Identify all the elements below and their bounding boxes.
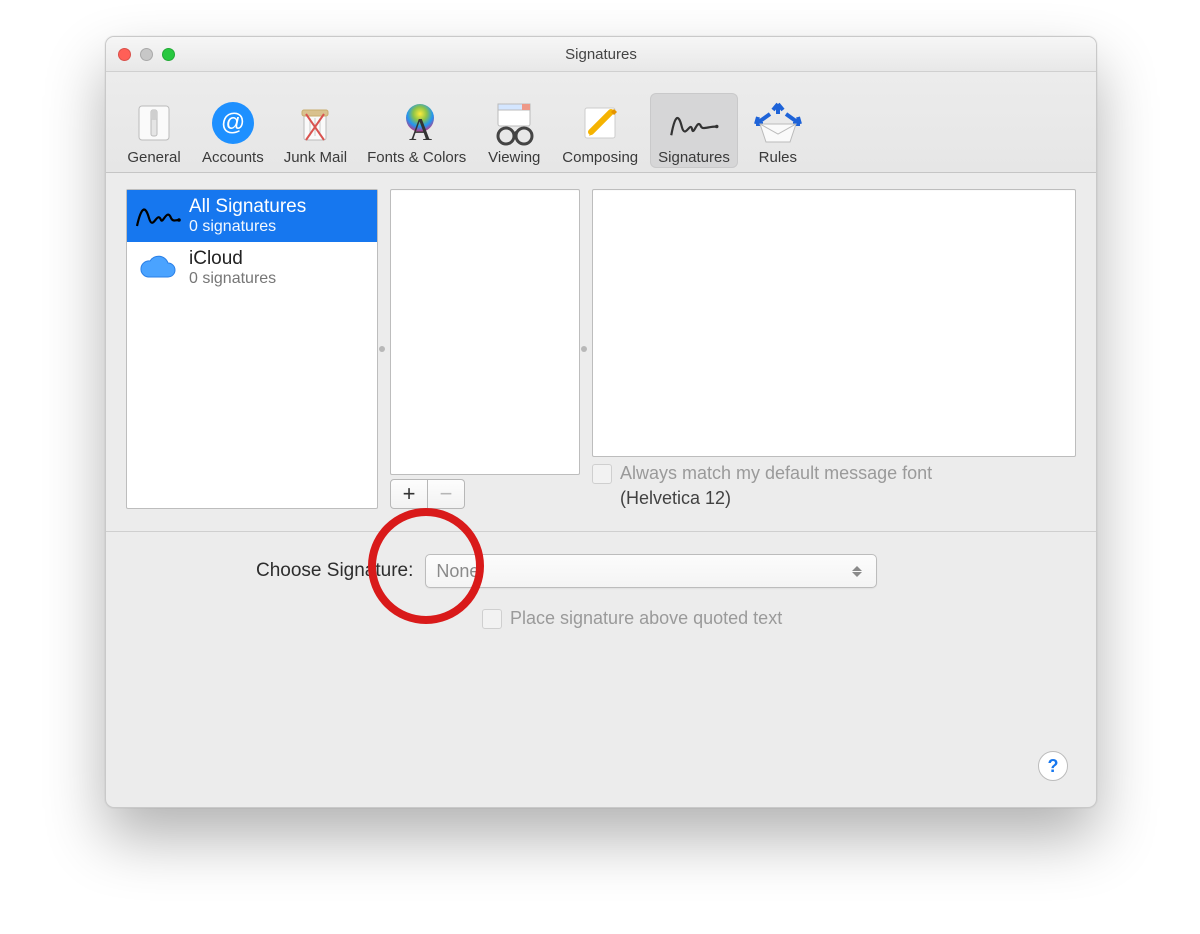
divider <box>106 531 1096 532</box>
window-title: Signatures <box>106 46 1096 63</box>
toolbar-tab-label: General <box>127 149 180 166</box>
toolbar-tab-fonts-colors[interactable]: A Fonts & Colors <box>359 93 474 168</box>
titlebar: Signatures <box>106 37 1096 72</box>
toolbar-tab-label: Fonts & Colors <box>367 149 466 166</box>
account-name: All Signatures <box>189 196 306 218</box>
rules-icon <box>750 97 806 149</box>
toolbar-tab-signatures[interactable]: Signatures <box>650 93 738 168</box>
toolbar-tab-general[interactable]: General <box>118 93 190 168</box>
toolbar-tab-composing[interactable]: Composing <box>554 93 646 168</box>
svg-text:A: A <box>409 111 432 146</box>
match-font-note: (Helvetica 12) <box>592 488 1076 509</box>
viewing-icon <box>486 97 542 149</box>
preferences-window: Signatures General @ Accounts <box>105 36 1097 808</box>
resize-handle[interactable] <box>581 346 587 352</box>
accounts-icon: @ <box>205 97 261 149</box>
accounts-list[interactable]: All Signatures 0 signatures iCloud 0 <box>126 189 378 509</box>
toolbar-tab-junk-mail[interactable]: Junk Mail <box>276 93 355 168</box>
icloud-icon <box>133 246 181 290</box>
account-sub: 0 signatures <box>189 270 276 288</box>
toolbar-tab-viewing[interactable]: Viewing <box>478 93 550 168</box>
choose-signature-value: None <box>436 561 479 582</box>
toolbar-tab-label: Signatures <box>658 149 730 166</box>
match-font-checkbox-row: Always match my default message font <box>592 463 1076 484</box>
signatures-pane: All Signatures 0 signatures iCloud 0 <box>106 173 1096 807</box>
toolbar-tab-label: Composing <box>562 149 638 166</box>
accounts-list-item-icloud[interactable]: iCloud 0 signatures <box>127 242 377 294</box>
toolbar-tab-label: Viewing <box>488 149 540 166</box>
general-icon <box>126 97 182 149</box>
junk-icon <box>287 97 343 149</box>
signature-list[interactable] <box>390 189 580 475</box>
toolbar-tab-label: Junk Mail <box>284 149 347 166</box>
toolbar-tab-accounts[interactable]: @ Accounts <box>194 93 272 168</box>
help-button[interactable]: ? <box>1038 751 1068 781</box>
match-font-checkbox[interactable] <box>592 464 612 484</box>
place-above-label: Place signature above quoted text <box>510 608 782 629</box>
account-sub: 0 signatures <box>189 218 306 236</box>
toolbar-tab-rules[interactable]: Rules <box>742 93 814 168</box>
signature-icon <box>133 194 181 238</box>
stepper-icon <box>852 561 866 581</box>
accounts-list-item-all[interactable]: All Signatures 0 signatures <box>127 190 377 242</box>
preferences-toolbar: General @ Accounts <box>106 72 1096 173</box>
toolbar-tab-label: Rules <box>759 149 797 166</box>
add-signature-button[interactable]: + <box>390 479 428 509</box>
svg-text:@: @ <box>221 109 245 136</box>
fonts-colors-icon: A <box>377 97 457 149</box>
composing-icon <box>572 97 628 149</box>
signature-preview[interactable] <box>592 189 1076 457</box>
remove-signature-button[interactable]: − <box>428 479 465 509</box>
place-above-checkbox[interactable] <box>482 609 502 629</box>
choose-signature-label: Choose Signature: <box>256 560 413 582</box>
resize-handle[interactable] <box>379 346 385 352</box>
account-name: iCloud <box>189 248 276 270</box>
signatures-icon <box>666 97 722 149</box>
choose-signature-select[interactable]: None <box>425 554 877 588</box>
match-font-label: Always match my default message font <box>620 463 932 484</box>
toolbar-tab-label: Accounts <box>202 149 264 166</box>
